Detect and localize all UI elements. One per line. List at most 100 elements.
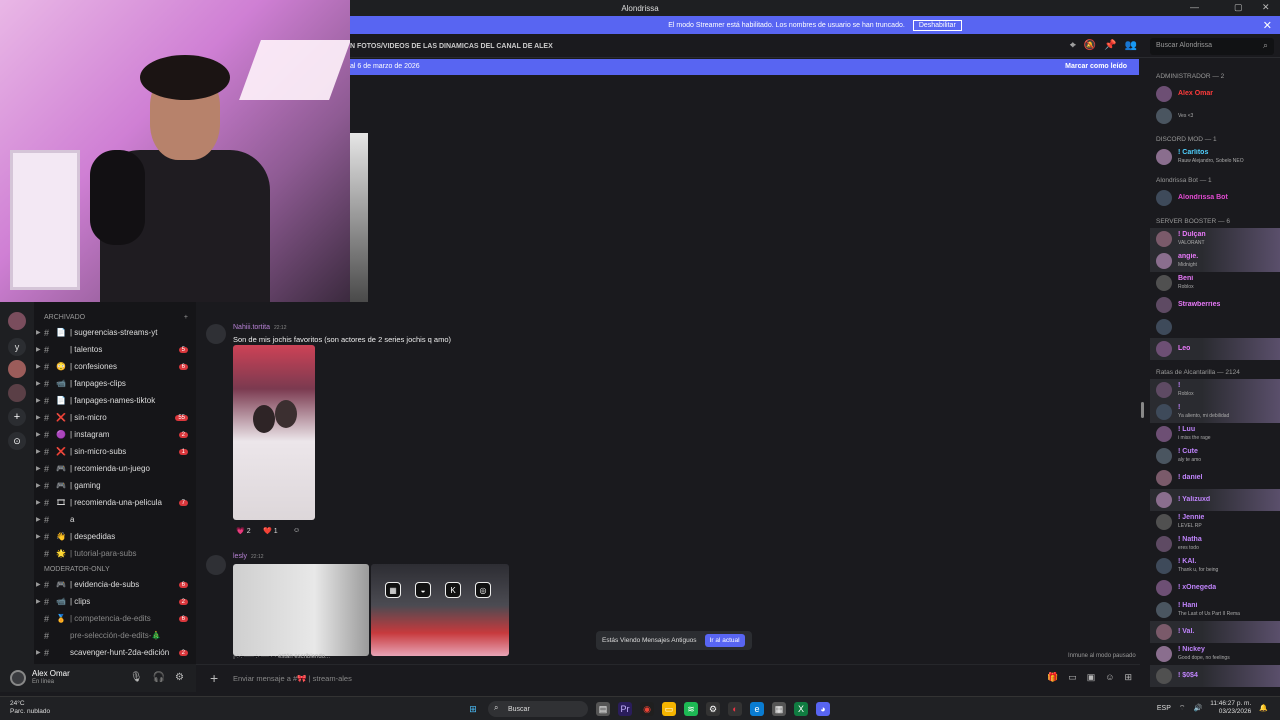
avatar[interactable] (1156, 536, 1172, 552)
channel-item[interactable]: ▶ # 😳 | confesiones 6 (34, 358, 196, 375)
member-item[interactable] (1150, 316, 1280, 338)
member-item[interactable]: Alex Omar (1150, 83, 1280, 105)
avatar[interactable] (1156, 86, 1172, 102)
expand-arrow-icon[interactable]: ▶ (36, 533, 44, 540)
sticker-icon[interactable]: ▣ (1087, 672, 1096, 683)
apps-icon[interactable]: ⊞ (1124, 672, 1132, 683)
notifications-icon[interactable]: 🔔 (1259, 704, 1268, 712)
avatar[interactable] (1156, 319, 1172, 335)
gift-icon[interactable]: 🎁 (1047, 672, 1058, 683)
channel-item[interactable]: ▶ # 🎮 | evidencia-de-subs 6 (34, 576, 196, 593)
channel-item[interactable]: ▶ # | talentos 5 (34, 341, 196, 358)
message-image[interactable] (233, 345, 315, 520)
member-item[interactable]: ! Jennie LEVEL RP (1150, 511, 1280, 533)
settings-icon[interactable]: ⚙ (706, 702, 720, 716)
reaction[interactable]: ❤️ 1 (263, 527, 278, 536)
channel-item[interactable]: ▶ # 🎞 | recomienda-una-pelicula 7 (34, 494, 196, 511)
wifi-icon[interactable]: ⌔ (1179, 704, 1186, 713)
channel-item[interactable]: ▶ # 📄 | fanpages-names-tiktok (34, 392, 196, 409)
member-item[interactable]: ! Luu i miss the rage (1150, 423, 1280, 445)
add-server-icon[interactable]: + (8, 408, 26, 426)
close-banner-icon[interactable]: ✕ (1263, 19, 1272, 32)
avatar[interactable] (1156, 404, 1172, 420)
channel-item[interactable]: ▶ # 📹 | clips 2 (34, 593, 196, 610)
avatar[interactable] (1156, 426, 1172, 442)
emoji-icon[interactable]: ☺ (1105, 672, 1114, 683)
avatar[interactable] (1156, 668, 1172, 684)
member-item[interactable]: ! $0$4 (1150, 665, 1280, 687)
member-item[interactable]: ! Dulçan VALORANT (1150, 228, 1280, 250)
message-input[interactable]: Enviar mensaje a #🎀 | stream-ales (233, 674, 352, 683)
archive-category[interactable]: ARCHIVADO + (34, 310, 196, 324)
avatar[interactable] (1156, 624, 1172, 640)
mark-read-button[interactable]: Marcar como leído (1065, 63, 1127, 70)
avatar[interactable] (1156, 231, 1172, 247)
avatar[interactable] (1156, 253, 1172, 269)
avatar[interactable] (206, 555, 226, 575)
avatar[interactable] (1156, 602, 1172, 618)
scrollbar-thumb[interactable] (1141, 402, 1144, 418)
expand-arrow-icon[interactable]: ▶ (36, 380, 44, 387)
expand-arrow-icon[interactable]: ▶ (36, 397, 44, 404)
threads-icon[interactable]: ⌖ (1070, 40, 1076, 51)
member-item[interactable]: angie. Midnight (1150, 250, 1280, 272)
avatar[interactable] (1156, 558, 1172, 574)
channel-item[interactable]: ▶ # ❌ | sin-micro-subs 1 (34, 443, 196, 460)
member-item[interactable]: Alondrissa Bot (1150, 187, 1280, 209)
moderator-category[interactable]: MODERATOR-ONLY (34, 562, 196, 576)
member-item[interactable]: ! Val. (1150, 621, 1280, 643)
avatar[interactable] (1156, 341, 1172, 357)
expand-arrow-icon[interactable]: ▶ (36, 431, 44, 438)
server-icon[interactable] (8, 312, 26, 330)
microphone-icon[interactable]: 🎙 (130, 672, 143, 683)
avatar[interactable] (1156, 149, 1172, 165)
member-item[interactable]: Beni Roblox (1150, 272, 1280, 294)
member-item[interactable]: ! Roblox (1150, 379, 1280, 401)
gif-icon[interactable]: ▭ (1068, 672, 1077, 683)
channel-item[interactable]: ▶ # 🎮 | gaming (34, 477, 196, 494)
channel-item[interactable]: ▶ # 🟣 | instagram 2 (34, 426, 196, 443)
member-item[interactable]: ! Cute aly te amo (1150, 445, 1280, 467)
expand-arrow-icon[interactable]: ▶ (36, 448, 44, 455)
members-icon[interactable]: 👥 (1125, 40, 1137, 51)
minimize-icon[interactable]: — (1190, 2, 1199, 12)
server-icon[interactable]: y (8, 338, 26, 356)
expand-arrow-icon[interactable]: ▶ (36, 482, 44, 489)
new-messages-bar[interactable]: al 6 de marzo de 2026 Marcar como leído (350, 59, 1139, 75)
headphones-icon[interactable]: 🎧 (153, 672, 165, 683)
avatar[interactable] (1156, 492, 1172, 508)
member-item[interactable]: Strawberries (1150, 294, 1280, 316)
avatar[interactable] (1156, 108, 1172, 124)
spotify-icon[interactable]: ≋ (684, 702, 698, 716)
reaction[interactable]: 💗 2 (236, 527, 251, 536)
add-reaction-icon[interactable]: ☺ (293, 527, 300, 534)
avatar[interactable] (1156, 190, 1172, 206)
store-icon[interactable]: ▦ (772, 702, 786, 716)
avatar[interactable] (1156, 514, 1172, 530)
channel-item[interactable]: ▶ # scavenger-hunt-2da-edición 2 (34, 644, 196, 661)
premiere-icon[interactable]: Pr (618, 702, 632, 716)
task-view-icon[interactable]: ▤ (596, 702, 610, 716)
channel-item[interactable]: ▶ # 👋 | despedidas (34, 528, 196, 545)
channel-item[interactable]: ▶ # ❌ | sin-micro 55 (34, 409, 196, 426)
member-item[interactable]: ! Natha eres todo (1150, 533, 1280, 555)
message-author[interactable]: lesly 22:12 (233, 553, 264, 560)
member-item[interactable]: ! KAI. Thank u, for being (1150, 555, 1280, 577)
close-icon[interactable]: ✕ (1262, 2, 1270, 13)
avatar[interactable] (1156, 470, 1172, 486)
expand-arrow-icon[interactable]: ▶ (36, 581, 44, 588)
avatar[interactable] (1156, 448, 1172, 464)
server-icon[interactable] (8, 360, 26, 378)
member-item[interactable]: ! Hani The Last of Us Part II Rema (1150, 599, 1280, 621)
expand-arrow-icon[interactable]: ▶ (36, 516, 44, 523)
explore-icon[interactable]: ⊙ (8, 432, 26, 450)
avatar[interactable] (1156, 580, 1172, 596)
taskbar-search[interactable]: ⌕ Buscar (488, 701, 588, 717)
avatar[interactable] (10, 670, 26, 686)
member-item[interactable]: ! Nickey Good dope, no feelings (1150, 643, 1280, 665)
server-icon[interactable] (8, 384, 26, 402)
discord-icon[interactable]: ◕ (816, 702, 830, 716)
expand-arrow-icon[interactable]: ▶ (36, 499, 44, 506)
add-channel-icon[interactable]: + (184, 314, 188, 321)
pin-icon[interactable]: 📌 (1104, 40, 1116, 51)
